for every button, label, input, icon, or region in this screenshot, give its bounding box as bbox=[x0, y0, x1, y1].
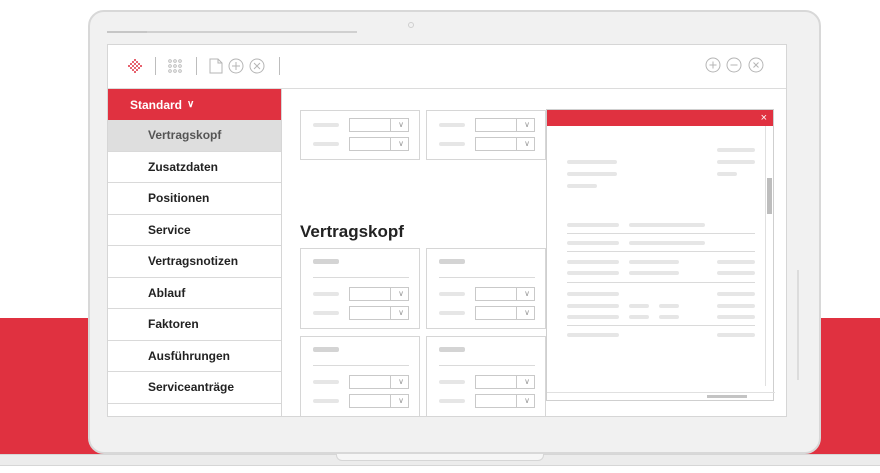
toolbar-separator bbox=[279, 57, 280, 75]
sidebar-item-service[interactable]: Service bbox=[108, 215, 281, 246]
sidebar-item-label: Zusatzdaten bbox=[148, 159, 219, 174]
close-icon[interactable] bbox=[748, 57, 764, 73]
chevron-down-icon: ∨ bbox=[524, 139, 530, 148]
sidebar-item-serviceantraege[interactable]: Serviceanträge bbox=[108, 372, 281, 404]
sidebar: Standard ∨ Vertragskopf Zusatzdaten Posi… bbox=[108, 89, 282, 416]
sidebar-item-ablauf[interactable]: Ablauf bbox=[108, 278, 281, 309]
chevron-down-icon: ∨ bbox=[398, 396, 404, 405]
scrollbar-thumb[interactable] bbox=[707, 395, 747, 398]
chevron-down-icon: ∨ bbox=[524, 308, 530, 317]
select-field[interactable]: ∨ bbox=[475, 118, 535, 132]
chevron-down-icon: ∨ bbox=[524, 289, 530, 298]
sidebar-item-label: Faktoren bbox=[148, 317, 199, 332]
minimize-icon[interactable] bbox=[726, 57, 742, 73]
select-field[interactable]: ∨ bbox=[349, 394, 409, 408]
sidebar-item-ausfuehrungen[interactable]: Ausführungen bbox=[108, 341, 281, 372]
chevron-down-icon: ∨ bbox=[524, 377, 530, 386]
sidebar-item-vertragskopf[interactable]: Vertragskopf bbox=[108, 120, 281, 152]
chevron-down-icon: ∨ bbox=[524, 120, 530, 129]
sidebar-item-zusatzdaten[interactable]: Zusatzdaten bbox=[108, 152, 281, 183]
vertical-scrollbar[interactable] bbox=[765, 126, 773, 386]
app-window: Standard ∨ Vertragskopf Zusatzdaten Posi… bbox=[107, 44, 787, 417]
select-field[interactable]: ∨ bbox=[349, 306, 409, 320]
select-field[interactable]: ∨ bbox=[349, 287, 409, 301]
form-card: ∨ ∨ bbox=[300, 110, 420, 160]
form-card: ∨ ∨ bbox=[426, 248, 546, 329]
select-field[interactable]: ∨ bbox=[349, 137, 409, 151]
chevron-down-icon: ∨ bbox=[398, 139, 404, 148]
frame-decor-line bbox=[797, 270, 799, 380]
chevron-down-icon: ∨ bbox=[398, 289, 404, 298]
select-field[interactable]: ∨ bbox=[349, 118, 409, 132]
select-field[interactable]: ∨ bbox=[475, 394, 535, 408]
chevron-down-icon: ∨ bbox=[398, 377, 404, 386]
toolbar-separator bbox=[155, 57, 156, 75]
select-field[interactable]: ∨ bbox=[349, 375, 409, 389]
toolbar-separator bbox=[196, 57, 197, 75]
section-title: Vertragskopf bbox=[300, 222, 404, 241]
toolbar bbox=[108, 45, 786, 89]
sidebar-item-label: Vertragsnotizen bbox=[148, 254, 239, 269]
form-card: ∨ ∨ bbox=[426, 110, 546, 160]
select-field[interactable]: ∨ bbox=[475, 137, 535, 151]
add-circle-icon[interactable] bbox=[227, 57, 245, 75]
chevron-down-icon: ∨ bbox=[524, 396, 530, 405]
sidebar-item-positionen[interactable]: Positionen bbox=[108, 183, 281, 215]
new-document-icon[interactable] bbox=[207, 57, 225, 75]
select-field[interactable]: ∨ bbox=[475, 306, 535, 320]
select-field[interactable]: ∨ bbox=[475, 375, 535, 389]
sidebar-item-vertragsnotizen[interactable]: Vertragsnotizen bbox=[108, 246, 281, 278]
sidebar-item-faktoren[interactable]: Faktoren bbox=[108, 309, 281, 341]
select-field[interactable]: ∨ bbox=[475, 287, 535, 301]
sidebar-item-label: Positionen bbox=[148, 191, 210, 206]
camera-dot bbox=[408, 22, 414, 28]
scrollbar-thumb[interactable] bbox=[767, 178, 772, 214]
detail-dialog: × bbox=[546, 109, 775, 401]
form-card: ∨ ∨ bbox=[300, 248, 420, 329]
sidebar-item-label: Vertragskopf bbox=[148, 128, 222, 143]
horizontal-scrollbar[interactable] bbox=[547, 392, 775, 400]
chevron-down-icon: ∨ bbox=[187, 99, 195, 110]
sidebar-item-label: Serviceanträge bbox=[148, 380, 235, 395]
sidebar-dropdown-label: Standard bbox=[130, 97, 183, 112]
chevron-down-icon: ∨ bbox=[398, 308, 404, 317]
form-card: ∨ ∨ bbox=[426, 336, 546, 416]
lid-decor-accent bbox=[107, 31, 147, 33]
close-circle-icon[interactable] bbox=[248, 57, 266, 75]
dialog-header: × bbox=[547, 110, 773, 126]
chevron-down-icon: ∨ bbox=[398, 120, 404, 129]
close-icon[interactable]: × bbox=[761, 111, 767, 125]
sidebar-dropdown-standard[interactable]: Standard ∨ bbox=[108, 89, 281, 120]
sidebar-item-label: Ablauf bbox=[148, 285, 186, 300]
sidebar-item-label: Service bbox=[148, 222, 191, 237]
sidebar-item-label: Ausführungen bbox=[148, 348, 230, 363]
maximize-icon[interactable] bbox=[705, 57, 721, 73]
device-illustration: Standard ∨ Vertragskopf Zusatzdaten Posi… bbox=[0, 0, 880, 473]
apps-grid-icon[interactable] bbox=[166, 57, 184, 75]
logo-diamond-icon bbox=[128, 59, 142, 73]
laptop-notch bbox=[336, 454, 544, 461]
form-card: ∨ ∨ bbox=[300, 336, 420, 416]
